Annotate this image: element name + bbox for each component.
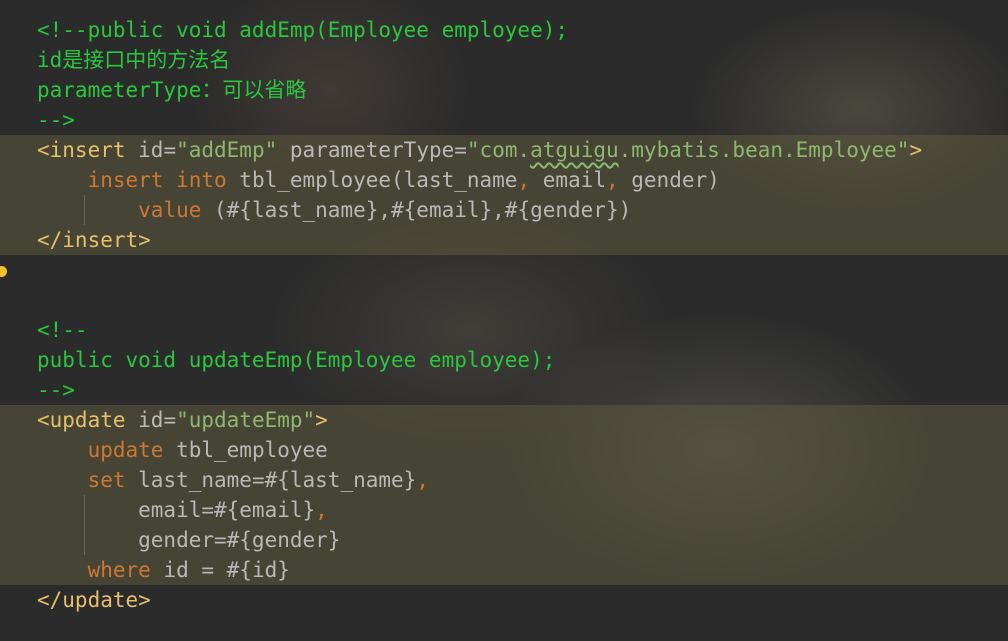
code-token: public void updateEmp(Employee employee)… [37,348,556,372]
code-token: tbl_employee [163,438,328,462]
code-token: , [416,468,429,492]
code-line[interactable]: <insert id="addEmp" parameterType="com.a… [37,135,922,165]
code-token: insert into [87,168,227,192]
code-line[interactable]: </insert> [37,225,151,255]
code-line[interactable]: update tbl_employee [37,435,328,465]
code-token: "updateEmp" [176,408,316,432]
code-token: , [517,168,531,192]
code-token: <insert [37,138,126,162]
code-line[interactable]: public void updateEmp(Employee employee)… [37,345,555,375]
code-token: </insert> [37,228,151,252]
code-line[interactable]: <!-- [37,315,88,345]
code-token: .mybatis.bean.Employee" [618,138,910,162]
code-token: email [530,168,606,192]
code-token: id是接口中的方法名 [37,48,231,72]
code-line[interactable]: set last_name=#{last_name}, [37,465,429,495]
code-token: parameterType：可以省略 [37,78,307,102]
code-token: tbl_employee(last_name [226,168,518,192]
code-token: , [315,498,328,522]
code-line[interactable]: --> [37,375,75,405]
code-token: --> [37,378,75,402]
code-token: value [138,198,202,222]
code-token: "com. [466,138,531,162]
code-token: set [87,468,126,492]
code-token: update [87,438,164,462]
code-token: (#{last_name},#{email},#{gender}) [201,198,632,222]
code-token: > [909,138,923,162]
code-token: id= [125,138,177,162]
code-token: id= [125,408,177,432]
code-token: atguigu [530,138,619,162]
code-editor[interactable]: <!--public void addEmp(Employee employee… [0,0,1008,641]
code-token: id = #{id} [150,558,290,582]
code-line[interactable]: gender=#{gender} [37,525,340,555]
code-line[interactable]: id是接口中的方法名 [37,45,230,75]
code-line[interactable]: --> [37,105,75,135]
code-token: "addEmp" [176,138,278,162]
code-token: , [605,168,619,192]
code-line[interactable]: insert into tbl_employee(last_name, emai… [37,165,720,195]
code-token: email=#{email} [37,498,316,522]
code-line[interactable]: value (#{last_name},#{email},#{gender}) [37,195,631,225]
code-token: <update [37,408,126,432]
code-token: gender=#{gender} [37,528,341,552]
lightbulb-icon[interactable] [0,266,7,277]
code-token: </update> [37,588,151,612]
code-token: <!--public void addEmp(Employee employee… [37,18,569,42]
code-line[interactable]: where id = #{id} [37,555,290,585]
code-token: > [315,408,328,432]
code-token: parameterType= [277,138,467,162]
code-line[interactable]: <update id="updateEmp"> [37,405,328,435]
code-token: <!-- [37,318,88,342]
code-line[interactable]: email=#{email}, [37,495,328,525]
code-token: gender) [618,168,720,192]
code-line[interactable]: </update> [37,585,151,615]
code-line[interactable]: parameterType：可以省略 [37,75,306,105]
code-line[interactable]: <!--public void addEmp(Employee employee… [37,15,568,45]
code-token: where [87,558,151,582]
code-token: --> [37,108,75,132]
code-token: last_name=#{last_name} [125,468,417,492]
